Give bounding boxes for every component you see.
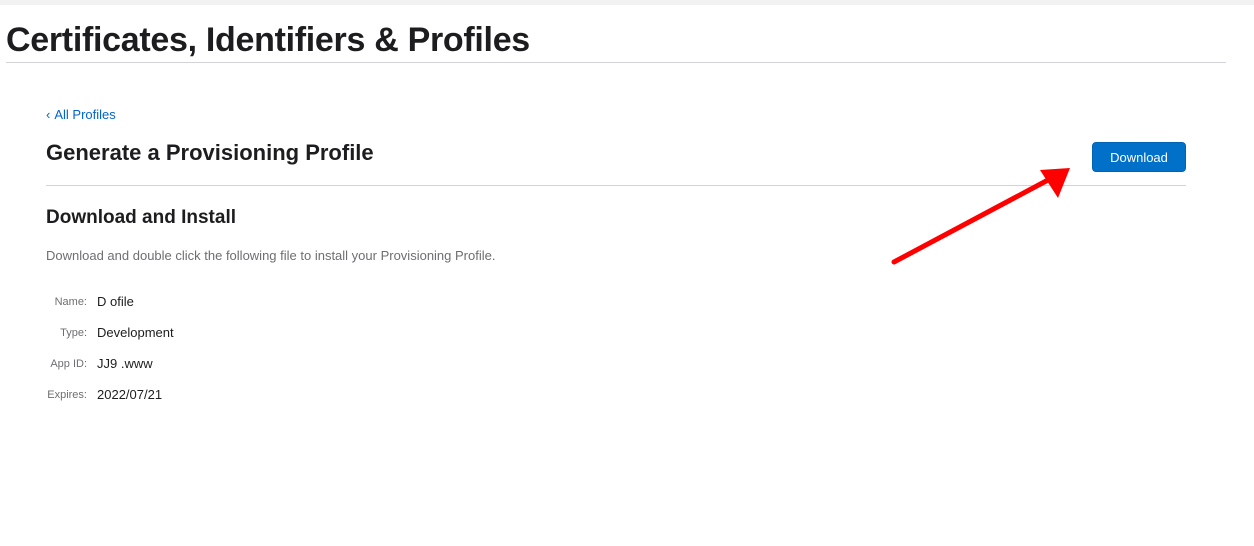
page-title: Certificates, Identifiers & Profiles — [6, 21, 530, 59]
page-header: Certificates, Identifiers & Profiles — [6, 20, 1226, 63]
type-value: Development — [97, 325, 174, 340]
install-description: Download and double click the following … — [46, 248, 496, 263]
detail-row-name: Name: D ofile — [46, 292, 546, 312]
type-label: Type: — [60, 327, 87, 339]
download-install-title: Download and Install — [46, 207, 237, 228]
top-strip — [0, 0, 1254, 5]
detail-row-app-id: App ID: JJ9 .www — [46, 354, 546, 374]
app-id-label: App ID: — [50, 358, 87, 370]
chevron-left-icon: ‹ — [46, 107, 51, 122]
expires-value: 2022/07/21 — [97, 387, 163, 402]
name-value: D ofile — [97, 294, 134, 309]
red-arrow-annotation-icon — [891, 168, 1070, 265]
expires-label: Expires: — [47, 389, 87, 401]
all-profiles-link[interactable]: ‹ All Profiles — [46, 107, 116, 122]
detail-row-type: Type: Development — [46, 323, 546, 343]
app-id-value: JJ9 .www — [97, 356, 153, 371]
name-label: Name: — [54, 296, 87, 308]
detail-row-expires: Expires: 2022/07/21 — [46, 385, 546, 405]
download-button[interactable]: Download — [1092, 142, 1186, 172]
section-title: Generate a Provisioning Profile — [46, 140, 374, 165]
all-profiles-label: All Profiles — [54, 107, 116, 122]
